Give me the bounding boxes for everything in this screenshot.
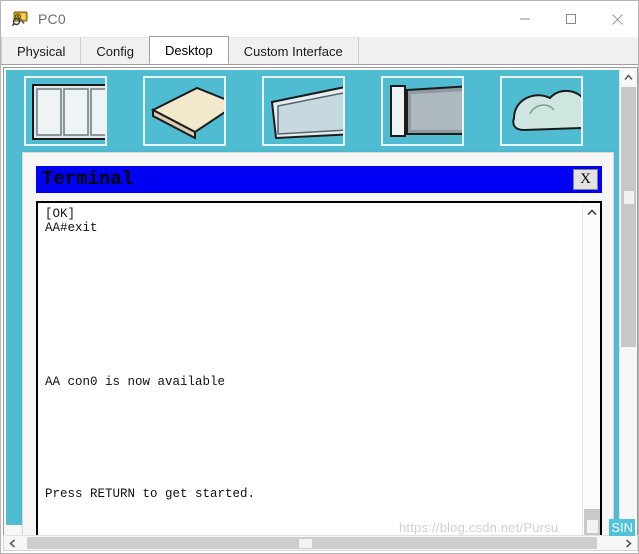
watermark-badge: SIN — [609, 519, 635, 536]
chevron-left-icon[interactable] — [4, 536, 21, 550]
desktop-icon-dial-up[interactable] — [143, 76, 226, 146]
tab-config-label: Config — [96, 43, 134, 59]
desktop-vertical-scroll-thumb[interactable] — [621, 87, 636, 347]
terminal-scroll-thumb[interactable] — [584, 509, 600, 536]
terminal-title: Terminal — [42, 168, 134, 190]
minimize-button[interactable] — [502, 1, 548, 37]
maximize-button[interactable] — [548, 1, 594, 37]
desktop-icon-ip-configuration[interactable] — [24, 76, 107, 146]
globe-icon — [508, 84, 581, 144]
tab-custom-interface[interactable]: Custom Interface — [227, 37, 359, 64]
chevron-right-icon[interactable] — [620, 536, 637, 550]
terminal-output-text: [OK] AA#exit AA con0 is now available Pr… — [45, 207, 256, 501]
terminal-close-button[interactable]: X — [573, 169, 598, 190]
close-button[interactable] — [594, 1, 638, 37]
desktop-horizontal-scrollbar[interactable] — [3, 535, 638, 551]
scroll-thumb-grip — [587, 520, 598, 533]
chevron-up-icon[interactable] — [620, 69, 637, 86]
document-icon — [150, 84, 224, 144]
desktop-vertical-scrollbar[interactable] — [619, 69, 637, 536]
window-panes-icon — [32, 84, 105, 144]
terminal-titlebar[interactable]: Terminal X — [36, 166, 602, 193]
tab-config[interactable]: Config — [80, 37, 150, 64]
terminal-close-label: X — [580, 171, 591, 187]
screen-icon — [270, 84, 343, 144]
tab-custom-interface-label: Custom Interface — [243, 43, 343, 59]
desktop-icon-command-prompt[interactable] — [381, 76, 464, 146]
scroll-thumb-grip — [299, 539, 312, 548]
pc0-window: S PC0 Physical Config Desktop Custom Int… — [0, 0, 639, 554]
terminal-output-area[interactable]: [OK] AA#exit AA con0 is now available Pr… — [36, 201, 602, 536]
window-titlebar: S PC0 — [1, 1, 638, 37]
pc-device-icon: S — [10, 8, 32, 30]
tab-physical-label: Physical — [17, 43, 66, 59]
desktop-content-pane: Terminal X [OK] AA#exit AA con0 is now a… — [3, 67, 638, 537]
window-title: PC0 — [38, 11, 66, 27]
watermark-url: https://blog.csdn.net/Pursu — [399, 520, 559, 535]
tab-desktop-label: Desktop — [165, 42, 213, 58]
chevron-up-icon[interactable] — [583, 203, 600, 221]
terminal-window: Terminal X [OK] AA#exit AA con0 is now a… — [22, 152, 614, 536]
tab-bar: Physical Config Desktop Custom Interface — [1, 36, 638, 65]
window-controls — [502, 1, 638, 37]
desktop-icon-web-browser[interactable] — [500, 76, 583, 146]
tab-desktop[interactable]: Desktop — [149, 36, 229, 64]
scroll-thumb-grip — [624, 191, 634, 204]
tab-physical[interactable]: Physical — [1, 37, 82, 64]
desktop-icon-terminal[interactable] — [262, 76, 345, 146]
desktop-horizontal-scroll-thumb[interactable] — [27, 537, 597, 549]
monitor-icon — [389, 84, 462, 144]
terminal-vertical-scrollbar[interactable] — [582, 203, 600, 536]
